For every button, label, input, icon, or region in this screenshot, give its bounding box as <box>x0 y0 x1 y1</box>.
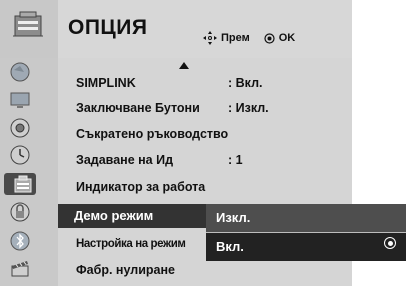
menu-item-factory-reset[interactable]: Фабр. нулиране <box>76 263 175 277</box>
radio-selected-icon <box>384 237 396 249</box>
menu-item-label: Настройка на режим <box>76 238 186 250</box>
menu-item-simplink[interactable]: SIMPLINK : Вкл. <box>76 76 263 90</box>
menu-item-value: : Изкл. <box>228 101 269 115</box>
clock-icon[interactable] <box>8 143 32 167</box>
menu-item-quick-guide[interactable]: Съкратено ръководство <box>76 127 228 141</box>
hint-ok-label: OK <box>278 32 296 44</box>
header-icon-box <box>0 0 58 58</box>
menu-item-label: Демо режим <box>74 208 154 223</box>
popup-option-on[interactable]: Вкл. <box>206 232 406 261</box>
menu-item-set-id[interactable]: Задаване на Ид : 1 <box>76 153 243 167</box>
lock-icon[interactable] <box>8 200 32 224</box>
popup-option-label: Изкл. <box>216 210 251 225</box>
menu-item-key-lock[interactable]: Заключване Бутони : Изкл. <box>76 101 269 115</box>
hint-move-label: Прем <box>221 32 250 44</box>
speaker-icon[interactable] <box>8 116 32 140</box>
option-header-icon <box>13 11 43 37</box>
popup-option-off[interactable]: Изкл. <box>206 204 406 232</box>
picture-icon[interactable] <box>8 60 32 84</box>
option-menu-screen: ОПЦИЯ Прем OK SIMPLINK: Вкл. Заключване… <box>0 0 406 286</box>
dpad-icon <box>203 31 217 45</box>
clapper-icon[interactable] <box>8 256 32 280</box>
nav-hint: Прем OK <box>203 31 295 45</box>
menu-header: ОПЦИЯ Прем OK <box>0 0 352 58</box>
demo-mode-popup: Изкл. Вкл. <box>206 204 406 261</box>
ok-button-icon <box>264 32 275 44</box>
menu-item-mode-setting[interactable]: Настройка на режим <box>76 238 186 250</box>
menu-item-label: Задаване на Ид <box>76 153 174 167</box>
page-title: ОПЦИЯ <box>68 16 148 39</box>
option-icon[interactable] <box>11 172 35 196</box>
popup-option-label: Вкл. <box>216 239 244 254</box>
scroll-up-icon[interactable] <box>179 62 189 69</box>
menu-item-label: Съкратено ръководство <box>76 127 229 141</box>
menu-item-value: : 1 <box>228 153 243 167</box>
menu-item-label: Заключване Бутони <box>76 101 200 115</box>
bluetooth-icon[interactable] <box>8 229 32 253</box>
menu-item-power-indicator[interactable]: Индикатор за работа <box>76 180 205 194</box>
menu-item-value: : Вкл. <box>228 76 263 90</box>
menu-item-label: SIMPLINK <box>76 76 136 90</box>
menu-item-label: Индикатор за работа <box>76 180 206 194</box>
tv-icon[interactable] <box>8 88 32 112</box>
menu-item-label: Фабр. нулиране <box>76 263 175 277</box>
category-sidebar <box>0 58 58 286</box>
